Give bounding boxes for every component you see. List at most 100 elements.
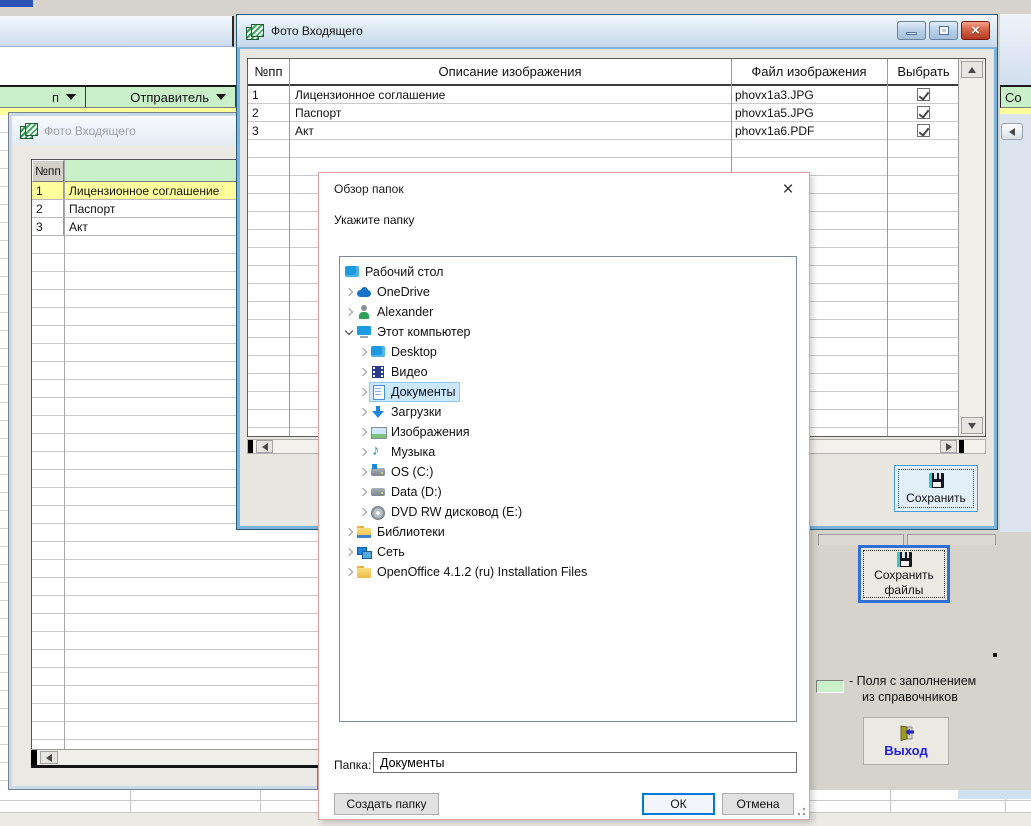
cancel-button[interactable]: Отмена	[722, 793, 794, 815]
filter-dropdown-icon[interactable]	[66, 94, 76, 100]
column-header-tip[interactable]: п	[0, 87, 86, 107]
tree-item-pictures[interactable]: Изображения	[340, 422, 796, 442]
tree-item-label: OS (C:)	[391, 465, 434, 479]
libraries-icon	[356, 524, 373, 540]
maximize-button[interactable]	[929, 21, 958, 40]
user-icon	[356, 304, 373, 320]
chevron-right-icon[interactable]	[342, 565, 356, 579]
tree-item-music[interactable]: Музыка	[340, 442, 796, 462]
chevron-right-icon[interactable]	[356, 365, 370, 379]
tree-item-user[interactable]: Alexander	[340, 302, 796, 322]
tree-item-onedrive[interactable]: OneDrive	[340, 282, 796, 302]
tree-item-label: Загрузки	[391, 405, 442, 419]
floppy-save-icon	[896, 551, 912, 567]
tree-item-downloads[interactable]: Загрузки	[340, 402, 796, 422]
vertical-scrollbar[interactable]	[958, 59, 985, 436]
table-row[interactable]: 3 Акт phovx1a6.PDF	[248, 122, 985, 140]
table-header-row: №пп Описание изображения Файл изображени…	[248, 59, 985, 86]
chevron-right-icon[interactable]	[356, 445, 370, 459]
select-checkbox-checked[interactable]	[917, 124, 930, 137]
row-number: 2	[252, 105, 259, 120]
close-button[interactable]	[961, 21, 990, 40]
save-button[interactable]: Сохранить	[894, 465, 978, 512]
scroll-left-button[interactable]	[256, 440, 273, 453]
chevron-right-icon[interactable]	[342, 525, 356, 539]
chevron-right-icon[interactable]	[356, 385, 370, 399]
tree-item-os-c[interactable]: OS (C:)	[340, 462, 796, 482]
folder-icon	[356, 564, 373, 580]
pictures-icon	[370, 424, 387, 440]
dialog-close-button[interactable]	[777, 178, 799, 200]
chevron-right-icon[interactable]	[342, 285, 356, 299]
row-filename: phovx1a5.JPG	[735, 105, 814, 120]
tree-item-network[interactable]: Сеть	[340, 542, 796, 562]
tree-item-label: OneDrive	[377, 285, 430, 299]
select-checkbox-checked[interactable]	[917, 106, 930, 119]
tree-item-label: Сеть	[377, 545, 405, 559]
scrollbar-thumb[interactable]	[959, 440, 964, 453]
select-checkbox-checked[interactable]	[917, 88, 930, 101]
scroll-up-button[interactable]	[961, 61, 983, 78]
scroll-left-button[interactable]	[1001, 123, 1023, 140]
column-header-sender[interactable]: Отправитель	[86, 87, 236, 107]
chevron-right-icon[interactable]	[356, 425, 370, 439]
tree-item-label: Desktop	[391, 345, 437, 359]
num-column-header: №пп	[254, 64, 283, 79]
chevron-right-icon[interactable]	[356, 345, 370, 359]
background-titlebar-fragment	[0, 16, 234, 47]
scrollbar-thumb[interactable]	[31, 750, 37, 765]
network-icon	[356, 544, 373, 560]
tree-item-desktop[interactable]: Desktop	[340, 342, 796, 362]
row-description: Паспорт	[295, 105, 342, 120]
minimize-icon	[906, 31, 917, 35]
resize-grip[interactable]	[797, 807, 806, 816]
save-button-label: Сохранить	[906, 490, 966, 505]
row-number: 3	[32, 218, 64, 235]
background-titlebar-fragment	[1000, 14, 1031, 85]
tree-item-data-d[interactable]: Data (D:)	[340, 482, 796, 502]
tree-item-videos[interactable]: Видео	[340, 362, 796, 382]
table-row[interactable]: 1 Лицензионное соглашение phovx1a3.JPG	[248, 86, 985, 104]
tree-item-openoffice-folder[interactable]: OpenOffice 4.1.2 (ru) Installation Files	[340, 562, 796, 582]
arrow-left-icon	[1009, 127, 1015, 136]
horizontal-scrollbar[interactable]	[31, 749, 319, 765]
chevron-down-icon[interactable]	[342, 325, 356, 339]
row-filename: phovx1a6.PDF	[735, 123, 815, 138]
tree-item-this-pc[interactable]: Этот компьютер	[340, 322, 796, 342]
background-panel	[1000, 114, 1031, 532]
hidden-button-fragment	[818, 534, 904, 545]
chevron-right-icon[interactable]	[356, 505, 370, 519]
save-files-label-line2: файлы	[884, 582, 924, 597]
tree-item-documents-selected[interactable]: Документы	[340, 382, 796, 402]
window-titlebar[interactable]: Фото Входящего	[237, 15, 997, 48]
tree-item-desktop-root[interactable]: Рабочий стол	[340, 262, 796, 282]
chevron-right-icon[interactable]	[356, 485, 370, 499]
legend-text: - Поля с заполнением из справочников	[849, 673, 1009, 705]
tree-item-label: Этот компьютер	[377, 325, 471, 339]
folder-tree: Рабочий стол OneDrive Alexander Этот ком…	[339, 256, 797, 722]
tree-item-libraries[interactable]: Библиотеки	[340, 522, 796, 542]
minimize-button[interactable]	[897, 21, 926, 40]
ok-button[interactable]: ОК	[642, 793, 715, 815]
exit-button[interactable]: Выход	[863, 717, 949, 765]
save-files-button[interactable]: Сохранить файлы	[858, 545, 950, 603]
chevron-right-icon[interactable]	[342, 545, 356, 559]
scroll-left-button[interactable]	[40, 751, 58, 764]
tree-item-label: Видео	[391, 365, 428, 379]
chevron-right-icon[interactable]	[356, 465, 370, 479]
tree-item-label: Изображения	[391, 425, 470, 439]
row-description: Акт	[295, 123, 314, 138]
filter-dropdown-icon[interactable]	[216, 94, 226, 100]
scrollbar-thumb[interactable]	[248, 440, 253, 453]
chevron-right-icon[interactable]	[356, 405, 370, 419]
legend-line1: - Поля с заполнением	[849, 674, 977, 688]
tree-item-label: Музыка	[391, 445, 436, 459]
column-divider	[887, 59, 888, 436]
create-folder-button[interactable]: Создать папку	[334, 793, 439, 815]
scroll-right-button[interactable]	[940, 440, 957, 453]
table-row[interactable]: 2 Паспорт phovx1a5.JPG	[248, 104, 985, 122]
chevron-right-icon[interactable]	[342, 305, 356, 319]
tree-item-dvd-e[interactable]: DVD RW дисковод (E:)	[340, 502, 796, 522]
scroll-down-button[interactable]	[961, 417, 983, 434]
folder-name-input[interactable]	[373, 752, 797, 773]
